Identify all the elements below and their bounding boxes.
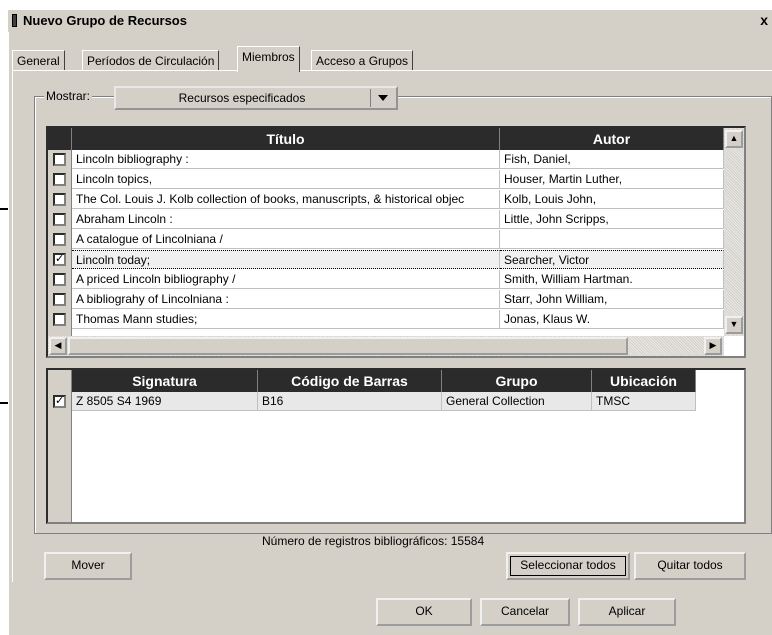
cell-title: Abraham Lincoln : [72, 210, 500, 229]
cell-author: Little, John Scripps, [500, 210, 724, 229]
table-row[interactable]: ✓ Lincoln today; Searcher, Victor [48, 250, 724, 269]
cell-group: General Collection [442, 392, 592, 411]
column-header-author[interactable]: Autor [500, 128, 724, 150]
filter-label: Mostrar: [44, 89, 93, 103]
cell-location: TMSC [592, 392, 696, 411]
cell-signatura: Z 8505 S4 1969 [72, 392, 258, 411]
cell-title: A catalogue of Lincolniana / [72, 230, 500, 249]
table-row[interactable]: A bibliograhy of Lincolniana : Starr, Joh… [48, 290, 724, 309]
table-row[interactable]: Thomas Mann studies; Jonas, Klaus W. [48, 310, 724, 329]
close-button[interactable]: x [760, 12, 768, 28]
cell-title: Lincoln today; [72, 250, 500, 269]
column-header-group[interactable]: Grupo [442, 370, 592, 392]
cell-author: Smith, William Hartman. [500, 270, 724, 289]
cell-title: Lincoln bibliography : [72, 150, 500, 169]
scroll-right-icon[interactable]: ▶ [704, 337, 722, 355]
row-checkbox[interactable] [53, 273, 66, 286]
table-row[interactable]: Lincoln bibliography : Fish, Daniel, [48, 150, 724, 169]
title-bar: Nuevo Grupo de Recursos x [8, 10, 772, 32]
row-checkbox[interactable] [53, 293, 66, 306]
scroll-thumb[interactable] [68, 337, 628, 355]
cell-title: Thomas Mann studies; [72, 310, 500, 329]
table-row[interactable]: A priced Lincoln bibliography / Smith, Wi… [48, 270, 724, 289]
column-header-title[interactable]: Título [72, 128, 500, 150]
header-select [48, 128, 72, 150]
ok-button[interactable]: OK [376, 598, 472, 626]
row-checkbox[interactable] [53, 213, 66, 226]
scroll-down-icon[interactable]: ▼ [725, 316, 743, 334]
tab-acceso[interactable]: Acceso a Grupos [311, 50, 414, 71]
cell-author: Searcher, Victor [500, 250, 724, 269]
window-title: Nuevo Grupo de Recursos [23, 13, 187, 28]
cancel-button[interactable]: Cancelar [480, 598, 570, 626]
column-header-signatura[interactable]: Signatura [72, 370, 258, 392]
cell-author: Fish, Daniel, [500, 150, 724, 169]
scroll-left-icon[interactable]: ◀ [49, 337, 67, 355]
row-checkbox[interactable] [53, 313, 66, 326]
record-count: Número de registros bibliográficos: 1558… [262, 534, 485, 548]
table-row[interactable]: Lincoln topics, Houser, Martin Luther, [48, 170, 724, 189]
tab-general[interactable]: General [12, 50, 65, 71]
clear-all-button[interactable]: Quitar todos [634, 552, 746, 580]
row-checkbox[interactable] [53, 193, 66, 206]
row-checkbox[interactable]: ✓ [53, 395, 66, 408]
row-checkbox[interactable]: ✓ [53, 253, 66, 266]
cell-author: Jonas, Klaus W. [500, 310, 724, 329]
cell-title: Lincoln topics, [72, 170, 500, 189]
window-icon [12, 14, 17, 27]
scroll-up-icon[interactable]: ▲ [725, 130, 743, 148]
apply-button[interactable]: Aplicar [578, 598, 676, 626]
cell-author: Starr, John William, [500, 290, 724, 309]
column-header-location[interactable]: Ubicación [592, 370, 696, 392]
cell-author [500, 230, 724, 249]
titles-table[interactable]: Título Autor Lincoln bibliography : Fish,… [46, 126, 746, 358]
dropdown-arrow-icon[interactable] [370, 89, 394, 107]
cell-title: A bibliograhy of Lincolniana : [72, 290, 500, 309]
column-header-barcode[interactable]: Código de Barras [258, 370, 442, 392]
filter-dropdown[interactable]: Recursos especificados [114, 86, 398, 110]
table-row[interactable]: ✓ Z 8505 S4 1969 B16 General Collection TMSC [48, 392, 696, 411]
table-row[interactable]: The Col. Louis J. Kolb collection of boo… [48, 190, 724, 209]
cell-author: Kolb, Louis John, [500, 190, 724, 209]
select-all-button[interactable]: Seleccionar todos [506, 552, 630, 580]
tab-periodos[interactable]: Períodos de Circulación [82, 50, 220, 71]
filter-dropdown-value: Recursos especificados [178, 91, 306, 105]
titles-vertical-scrollbar[interactable]: ▲ ▼ [724, 128, 744, 336]
cell-title: A priced Lincoln bibliography / [72, 270, 500, 289]
table-row[interactable]: A catalogue of Lincolniana / [48, 230, 724, 249]
titles-horizontal-scrollbar[interactable]: ◀ ▶ [48, 336, 724, 356]
row-checkbox[interactable] [53, 233, 66, 246]
row-checkbox[interactable] [53, 173, 66, 186]
tab-miembros[interactable]: Miembros [237, 46, 300, 72]
table-row[interactable]: Abraham Lincoln : Little, John Scripps, [48, 210, 724, 229]
items-table[interactable]: Signatura Código de Barras Grupo Ubicaci… [46, 368, 746, 524]
cell-title: The Col. Louis J. Kolb collection of boo… [72, 190, 500, 209]
cell-author: Houser, Martin Luther, [500, 170, 724, 189]
cell-barcode: B16 [258, 392, 442, 411]
row-checkbox[interactable] [53, 153, 66, 166]
move-button[interactable]: Mover [44, 552, 132, 580]
